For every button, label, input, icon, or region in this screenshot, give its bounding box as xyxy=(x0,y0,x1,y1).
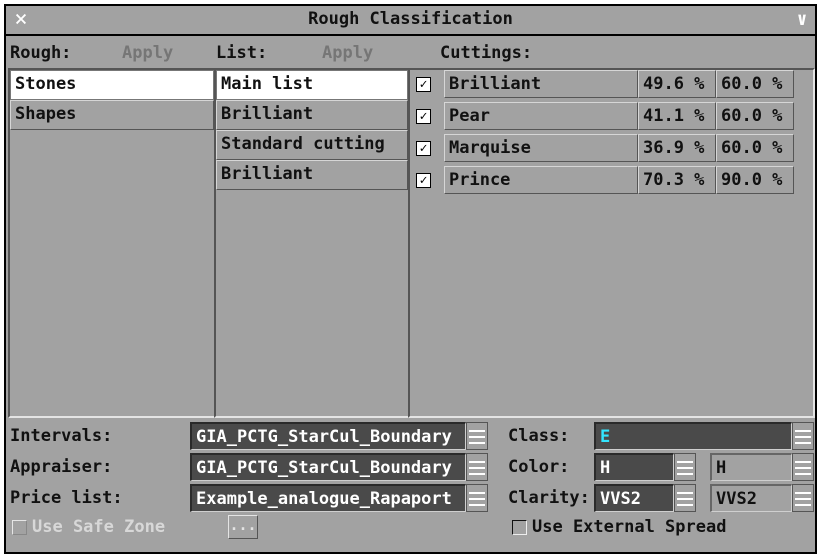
window-title: Rough Classification xyxy=(308,9,513,29)
clarity-from-field[interactable]: VVS2 xyxy=(594,484,674,512)
cutting-min-pear[interactable]: 41.1 % xyxy=(638,102,716,130)
appraiser-menu-icon[interactable] xyxy=(466,453,488,481)
safe-zone-dots-button[interactable]: ... xyxy=(228,515,258,539)
cutting-name-prince: Prince xyxy=(444,166,638,194)
use-safe-zone-checkbox[interactable] xyxy=(12,520,27,535)
class-label: Class: xyxy=(508,426,570,446)
use-external-spread-label: Use External Spread xyxy=(532,517,727,537)
color-label: Color: xyxy=(508,457,570,477)
list-apply-button[interactable]: Apply xyxy=(322,42,373,64)
intervals-label: Intervals: xyxy=(10,426,113,446)
rough-apply-button[interactable]: Apply xyxy=(122,42,173,64)
color-to-menu-icon[interactable] xyxy=(792,453,814,481)
list-item-main-list[interactable]: Main list xyxy=(216,70,408,100)
price-list-label: Price list: xyxy=(10,488,123,508)
class-field[interactable]: E xyxy=(594,422,792,450)
title-bar: × Rough Classification ∨ xyxy=(6,6,815,36)
use-external-spread-checkbox[interactable] xyxy=(512,520,527,535)
rough-classification-window: × Rough Classification ∨ Rough: Apply Li… xyxy=(4,4,817,554)
cutting-min-marquise[interactable]: 36.9 % xyxy=(638,134,716,162)
class-menu-icon[interactable] xyxy=(792,422,814,450)
rough-item-stones[interactable]: Stones xyxy=(10,70,214,100)
cutting-name-brilliant: Brilliant xyxy=(444,70,638,98)
cutting-min-prince[interactable]: 70.3 % xyxy=(638,166,716,194)
intervals-menu-icon[interactable] xyxy=(466,422,488,450)
appraiser-field[interactable]: GIA_PCTG_StarCul_Boundary xyxy=(190,453,466,481)
price-list-menu-icon[interactable] xyxy=(466,484,488,512)
cutting-name-marquise: Marquise xyxy=(444,134,638,162)
cutting-checkbox-marquise[interactable]: ✓ xyxy=(416,141,431,156)
cutting-checkbox-pear[interactable]: ✓ xyxy=(416,109,431,124)
rough-label: Rough: xyxy=(10,43,72,63)
cuttings-label: Cuttings: xyxy=(440,43,533,63)
cutting-max-prince[interactable]: 90.0 % xyxy=(716,166,794,194)
price-list-field[interactable]: Example_analogue_Rapaport xyxy=(190,484,466,512)
list-item-standard-cutting[interactable]: Standard cutting xyxy=(216,130,408,160)
cuttings-panel: ✓ Brilliant 49.6 % 60.0 % ✓ Pear 41.1 % … xyxy=(408,68,815,418)
appraiser-label: Appraiser: xyxy=(10,457,113,477)
clarity-from-menu-icon[interactable] xyxy=(674,484,696,512)
list-panel[interactable]: Main list Brilliant Standard cutting Bri… xyxy=(214,68,410,418)
cutting-max-brilliant[interactable]: 60.0 % xyxy=(716,70,794,98)
list-item-brilliant-2[interactable]: Brilliant xyxy=(216,160,408,190)
clarity-label: Clarity: xyxy=(508,488,590,508)
color-from-menu-icon[interactable] xyxy=(674,453,696,481)
color-from-field[interactable]: H xyxy=(594,453,674,481)
list-label: List: xyxy=(216,43,268,63)
intervals-field[interactable]: GIA_PCTG_StarCul_Boundary xyxy=(190,422,466,450)
cutting-checkbox-brilliant[interactable]: ✓ xyxy=(416,77,431,92)
rough-item-shapes[interactable]: Shapes xyxy=(10,100,214,130)
chevron-down-icon[interactable]: ∨ xyxy=(793,8,811,32)
cutting-max-pear[interactable]: 60.0 % xyxy=(716,102,794,130)
cutting-name-pear: Pear xyxy=(444,102,638,130)
clarity-to-menu-icon[interactable] xyxy=(792,484,814,512)
cutting-checkbox-prince[interactable]: ✓ xyxy=(416,173,431,188)
cutting-max-marquise[interactable]: 60.0 % xyxy=(716,134,794,162)
rough-list[interactable]: Stones Shapes xyxy=(8,68,216,418)
color-to-field[interactable]: H xyxy=(710,453,792,481)
use-safe-zone-label: Use Safe Zone xyxy=(32,517,166,537)
cutting-min-brilliant[interactable]: 49.6 % xyxy=(638,70,716,98)
clarity-to-field[interactable]: VVS2 xyxy=(710,484,792,512)
list-item-brilliant[interactable]: Brilliant xyxy=(216,100,408,130)
